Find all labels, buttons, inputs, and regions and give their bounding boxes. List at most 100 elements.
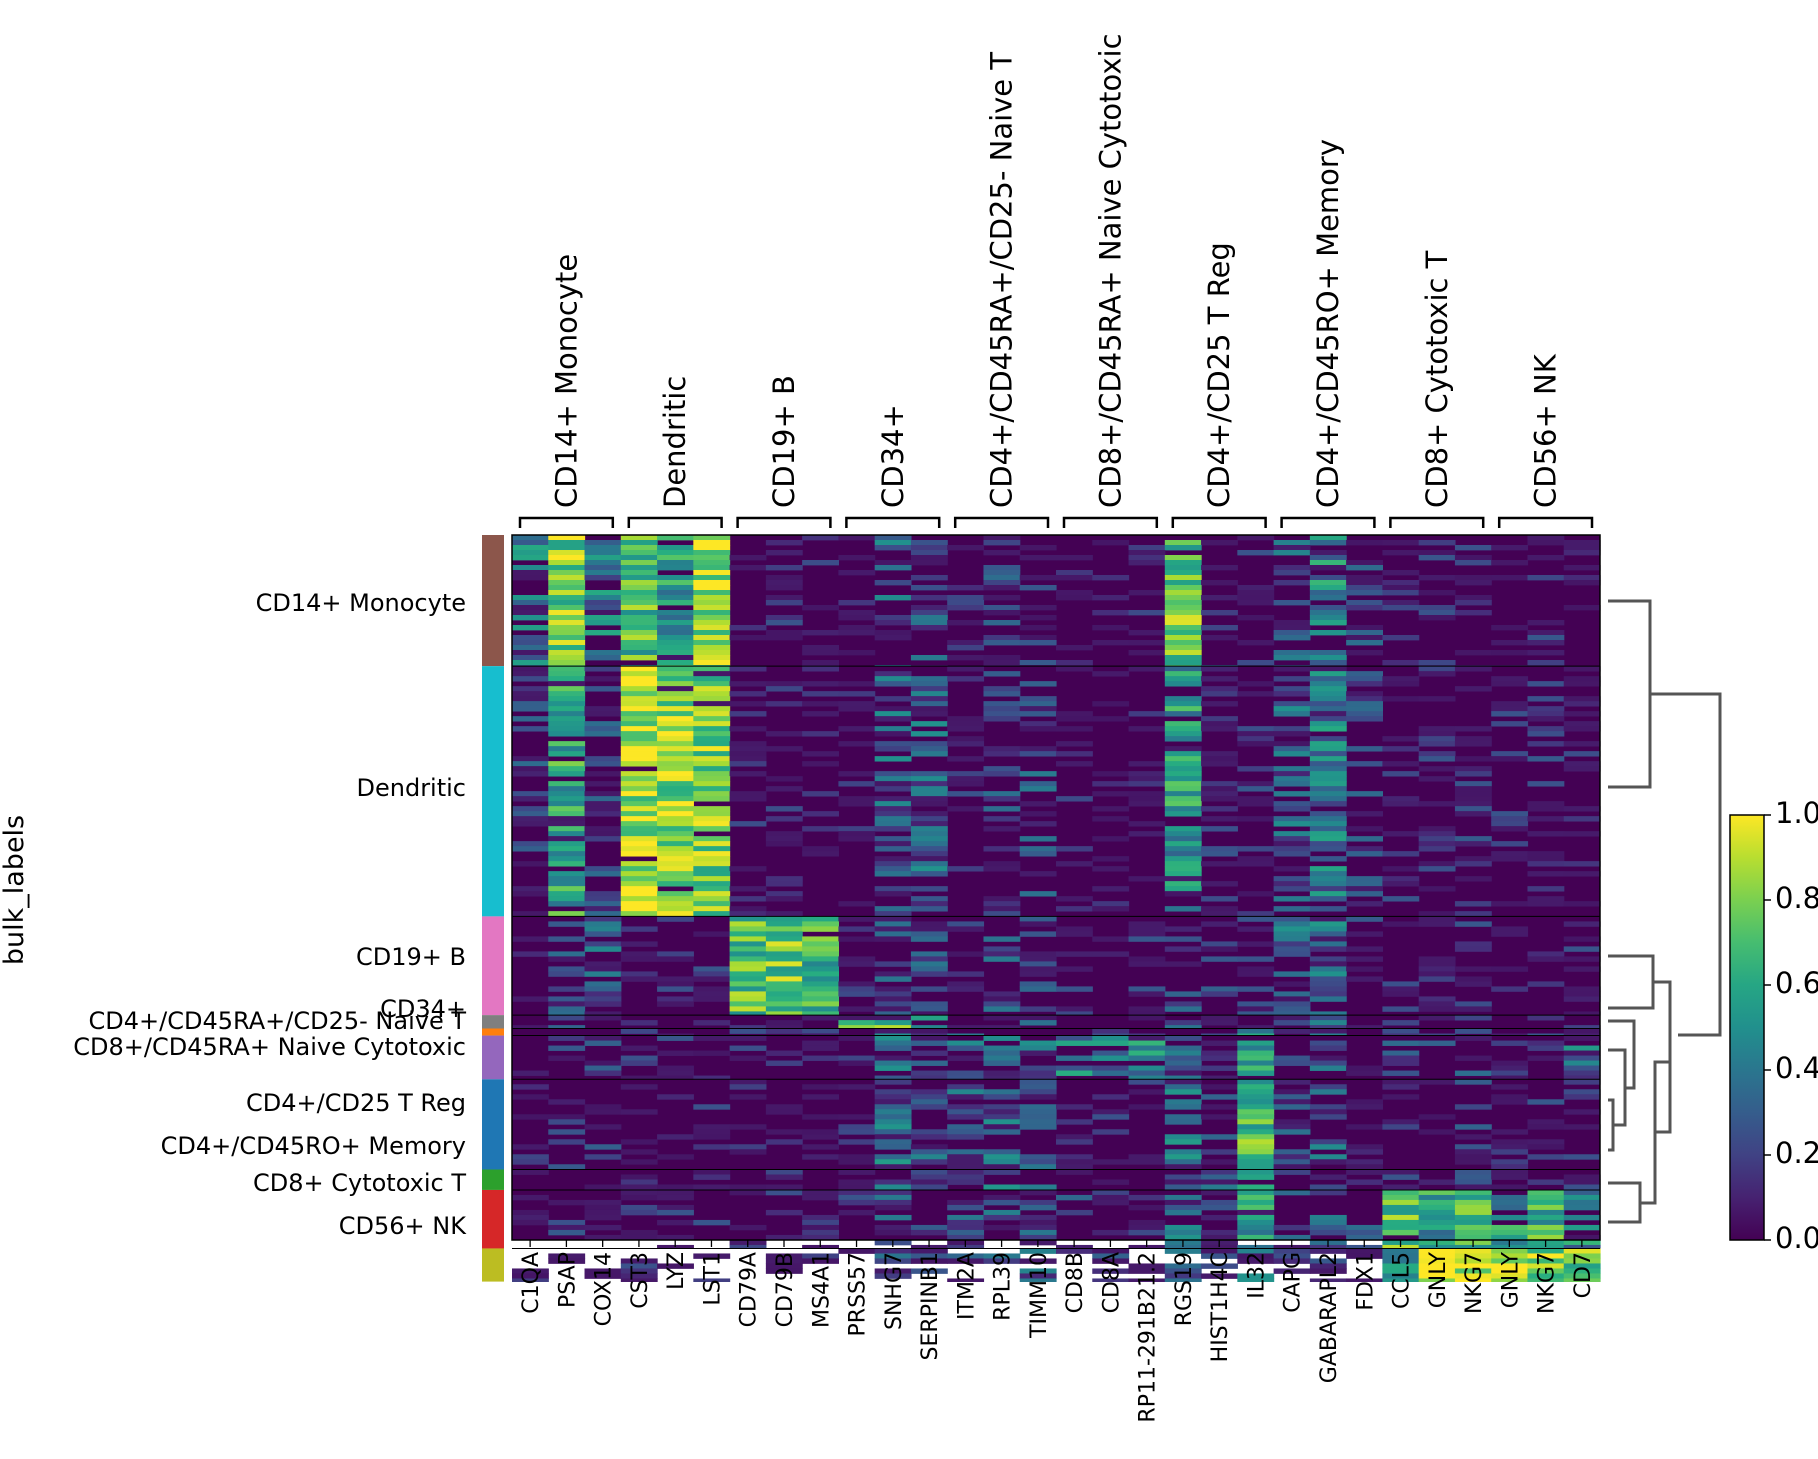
heatmap-cell [693,986,731,992]
heatmap-cell [1128,926,1166,932]
heatmap-cell [765,936,803,942]
heatmap-cell [657,916,694,922]
heatmap-cell [1454,1219,1492,1226]
heatmap-cell [1128,1045,1166,1051]
heatmap-cell [1237,640,1275,646]
heatmap-cell [1346,791,1383,797]
heatmap-cell [1491,1099,1529,1105]
heatmap-cell [874,971,912,977]
heatmap-cell [1418,866,1456,872]
heatmap-cell [874,1159,912,1165]
heatmap-cell [657,846,694,852]
heatmap-cell [584,801,622,807]
heatmap-cell [874,1006,912,1012]
heatmap-cell [584,971,622,977]
heatmap-cell [1056,986,1093,992]
heatmap-cell [910,676,948,682]
heatmap-cell [1346,1164,1383,1170]
heatmap-cell [1237,660,1275,666]
heatmap-cell [1346,901,1383,907]
heatmap-cell [802,986,839,992]
row-label: CD4+/CD25 T Reg [246,1089,466,1117]
heatmap-cell [1164,1099,1202,1105]
heatmap-cell [1056,590,1093,596]
gene-group-bracket [845,516,941,528]
heatmap-cell [910,575,948,581]
heatmap-cell [729,701,767,707]
heatmap-cell [548,696,586,702]
heatmap-cell [1346,876,1383,882]
heatmap-cell [947,866,985,872]
heatmap-cell [1273,851,1311,857]
heatmap-cell [693,550,731,556]
heatmap-cell [1019,605,1057,611]
heatmap-cell [874,595,912,601]
heatmap-cell [1346,1124,1383,1130]
heatmap-cell [620,1209,658,1216]
heatmap-cell [1346,946,1383,952]
heatmap-cell [1056,846,1093,852]
heatmap-cell [765,1139,803,1145]
heatmap-cell [1563,580,1601,586]
heatmap-cell [729,1045,767,1051]
heatmap-cell [584,1184,622,1190]
heatmap-cell [1418,1214,1456,1221]
heatmap-cell [838,1209,876,1216]
heatmap-cell [1019,585,1057,591]
heatmap-cell [1382,876,1420,882]
heatmap-cell [620,881,658,887]
heatmap-cell [1418,801,1456,807]
heatmap-cell [1164,801,1202,807]
heatmap-cell [802,645,839,651]
heatmap-cell [1128,560,1166,566]
heatmap-cell [947,1055,985,1061]
heatmap-cell [1273,1079,1311,1085]
heatmap-cell [983,896,1021,902]
heatmap-cell [693,971,731,977]
heatmap-cell [1164,1224,1202,1231]
heatmap-cell [1237,781,1275,787]
heatmap-cell [512,816,549,822]
heatmap-cell [910,595,948,601]
heatmap-cell [1563,575,1601,581]
heatmap-cell [1454,1149,1492,1155]
heatmap-cell [1164,620,1202,626]
heatmap-cell [584,916,622,922]
heatmap-cell [1563,711,1601,717]
heatmap-cell [1382,1084,1420,1090]
heatmap-cell [947,721,985,727]
heatmap-cell [657,575,694,581]
heatmap-cell [1563,545,1601,551]
heatmap-cell [657,625,694,631]
heatmap-cell [657,706,694,712]
heatmap-cell [1237,1164,1275,1170]
heatmap-cell [1128,1006,1166,1012]
heatmap-cell [1164,660,1202,666]
gene-label: GNLY [1498,1251,1523,1308]
heatmap-cell [1454,580,1492,586]
heatmap-cell [1237,1139,1275,1145]
heatmap-cell [1309,630,1347,636]
heatmap-cell [874,1099,912,1105]
heatmap-cell [1164,776,1202,782]
heatmap-cell [874,1020,912,1026]
heatmap-cell [1527,535,1565,541]
heatmap-cell [983,1224,1021,1231]
heatmap-cell [657,736,694,742]
heatmap-cell [1273,926,1311,932]
heatmap-cell [620,655,658,661]
heatmap-cell [1019,1050,1057,1056]
heatmap-cell [1237,1209,1275,1216]
heatmap-cell [1563,751,1601,757]
heatmap-cell [693,761,731,767]
heatmap-cell [729,886,767,892]
heatmap-cell [1563,861,1601,867]
heatmap-cell [1454,600,1492,606]
heatmap-cell [620,1194,658,1201]
heatmap-cell [910,1159,948,1165]
heatmap-cell [1309,936,1347,942]
heatmap-cell [1201,716,1238,722]
heatmap-cell [1382,1094,1420,1100]
heatmap-cell [1273,791,1311,797]
heatmap-cell [620,976,658,982]
